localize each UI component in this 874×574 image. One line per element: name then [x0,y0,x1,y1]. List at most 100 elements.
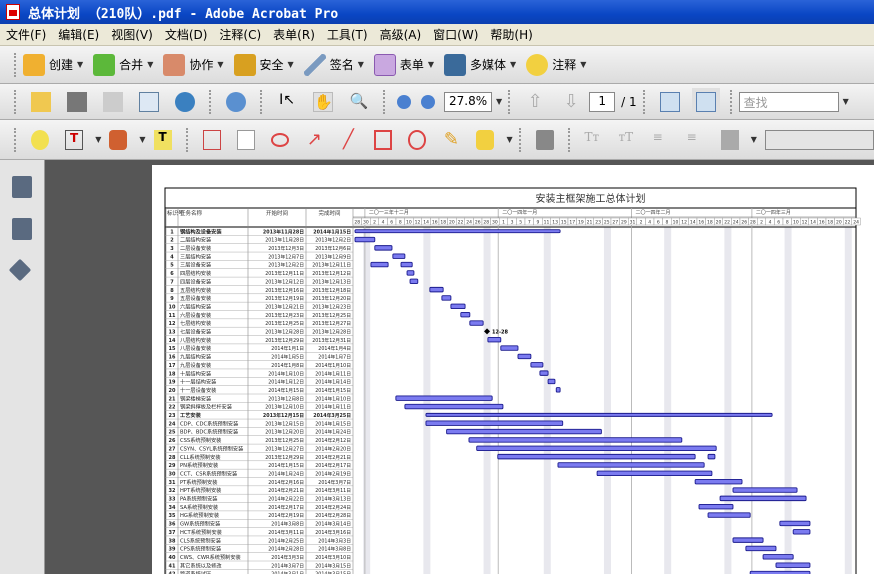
sticky-note-icon[interactable] [30,129,49,150]
forms-button[interactable]: 表单 ▼ [373,53,435,76]
day-tick-label: 19 [578,220,584,226]
toolbar-grip[interactable] [14,127,17,152]
month-label: 二〇一四年三月 [756,209,791,216]
comment-button[interactable]: 注释 ▼ [526,53,586,76]
show-comments-icon[interactable] [476,129,495,150]
toolbar-grip[interactable] [518,127,522,152]
toolbar-grip[interactable] [209,89,212,114]
open-folder-icon[interactable] [31,91,51,112]
font-input[interactable] [764,129,874,150]
day-tick-label: 18 [707,220,713,226]
rectangle-icon[interactable] [373,129,392,150]
marquee-zoom-icon[interactable]: 🔍 [349,92,369,112]
task-start: 2014年2月22日 [268,496,304,503]
typewriter-icon[interactable] [535,129,554,150]
email-icon[interactable] [139,91,159,112]
search-dropdown-icon[interactable]: ▼ [843,97,849,106]
task-end: 2013年12月2日 [315,237,351,244]
pages-icon[interactable] [12,176,32,198]
fit-width-icon[interactable] [659,91,680,112]
create-button[interactable]: 创建 ▼ [23,53,83,76]
zoom-level-input[interactable]: 27.8% [444,91,492,112]
text-size-down-icon[interactable]: Tт [584,130,602,150]
task-name: CLL系统预制安装 [180,453,221,461]
menu-help[interactable]: 帮助(H) [484,26,538,43]
secure-button[interactable]: 安全 ▼ [233,53,294,76]
line-icon[interactable]: ╱ [339,129,357,150]
gantt-bar [539,370,549,376]
menu-comments[interactable]: 注释(C) [213,26,267,43]
callout-icon[interactable] [202,129,221,150]
next-page-icon[interactable]: ⇩ [561,91,581,112]
line-spacing-up-icon[interactable]: ≡ [687,130,705,150]
menu-view[interactable]: 视图(V) [105,26,159,43]
text-size-up-icon[interactable]: тT [619,130,637,150]
menu-document[interactable]: 文档(D) [159,26,214,43]
day-tick-label: 18 [827,220,833,226]
chevron-down-icon[interactable]: ▼ [751,135,757,144]
find-icon[interactable] [226,91,246,112]
menu-file[interactable]: 文件(F) [0,26,52,43]
bookmarks-icon[interactable] [12,218,32,240]
chevron-down-icon[interactable]: ▼ [95,135,101,144]
weekend-shade [724,227,732,574]
chevron-down-icon[interactable]: ▼ [139,135,145,144]
toolbar-grip[interactable] [642,89,646,114]
day-tick-label: 26 [741,220,747,226]
zoom-out-icon[interactable] [397,94,411,109]
arrow-icon[interactable]: ↗ [305,129,323,150]
fit-page-icon[interactable] [691,87,720,116]
task-id: 21 [169,396,176,402]
text-edit-icon[interactable]: T [64,129,84,150]
menu-tools[interactable]: 工具(T) [321,26,374,43]
collaborate-button[interactable]: 协作 ▼ [163,53,224,76]
cloud-icon[interactable] [270,132,290,147]
task-end: 2014年2月19日 [315,470,351,477]
previous-page-icon[interactable]: ⇧ [525,91,545,112]
toolbar-grip[interactable] [185,127,189,152]
toolbar-grip[interactable] [508,89,511,114]
toolbar-grip[interactable] [567,127,571,152]
menu-forms[interactable]: 表单(R) [267,26,321,43]
page-number-input[interactable]: 1 [589,91,616,112]
chevron-down-icon: ▼ [427,60,435,69]
toolbar-grip[interactable] [383,89,386,114]
menu-edit[interactable]: 编辑(E) [52,26,105,43]
toolbar-grip[interactable] [14,52,17,77]
task-id: 40 [169,555,176,561]
print-icon[interactable] [67,91,87,112]
highlight-text-icon[interactable]: T [153,129,172,150]
task-name: 二层结构安装 [180,236,211,244]
combine-button[interactable]: 合并 ▼ [93,53,153,76]
day-tick-label: 6 [777,220,780,226]
chevron-down-icon: ▼ [217,60,224,69]
sign-button[interactable]: 签名 ▼ [303,53,364,76]
zoom-in-icon[interactable] [421,94,435,109]
stamp-icon[interactable] [109,129,128,150]
multimedia-button[interactable]: 多媒体 ▼ [444,53,516,76]
pencil-icon[interactable]: ✎ [442,129,460,150]
column-header: 完成时间 [318,209,340,217]
layers-icon[interactable] [8,258,32,282]
text-color-icon[interactable] [720,129,739,150]
gantt-bar [404,403,504,410]
menu-advanced[interactable]: 高级(A) [374,26,428,43]
search-input[interactable]: 查找 [738,91,839,112]
chevron-down-icon[interactable]: ▼ [506,135,512,144]
toolbar-grip[interactable] [729,89,733,114]
task-end: 2014年3月15日 [315,571,351,574]
zoom-dropdown-icon[interactable]: ▼ [496,97,502,106]
toolbar-grip[interactable] [260,89,263,114]
save-icon[interactable] [103,91,123,112]
gantt-bar [792,529,811,535]
text-box-icon[interactable] [236,129,255,150]
select-text-icon[interactable]: I↖ [277,92,297,112]
upload-globe-icon[interactable] [175,91,195,112]
menu-window[interactable]: 窗口(W) [427,26,484,43]
line-spacing-down-icon[interactable]: ≡ [653,130,671,150]
oval-icon[interactable] [407,129,427,150]
toolbar-grip[interactable] [14,89,17,114]
task-id: 13 [169,330,176,336]
hand-tool-icon[interactable]: ✋ [313,91,333,112]
gantt-bar [500,345,519,351]
